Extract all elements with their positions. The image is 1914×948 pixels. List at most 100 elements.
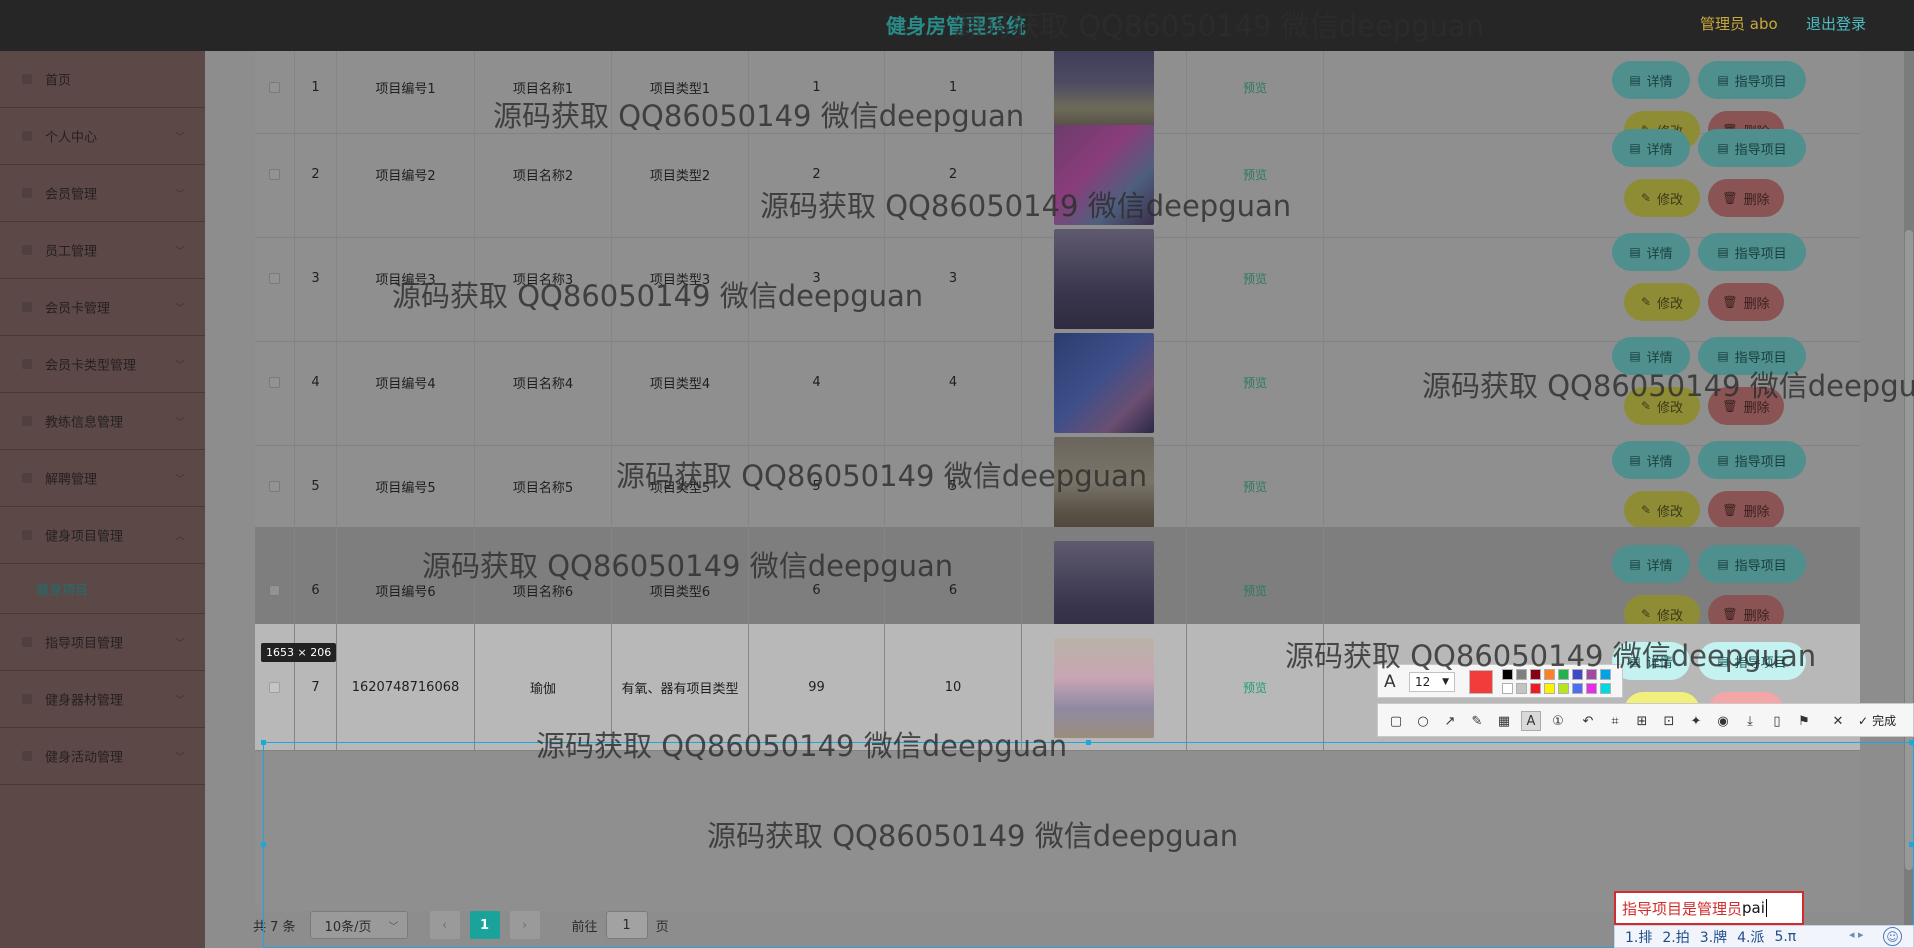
preview-link[interactable]: 预览: [1243, 582, 1267, 599]
rectangle-icon[interactable]: ▢: [1386, 711, 1406, 731]
sidebar-item-activities[interactable]: 健身活动管理 ﹀: [0, 728, 205, 785]
preview-link[interactable]: 预览: [1243, 478, 1267, 495]
edit-button[interactable]: ✎ 修改: [1624, 387, 1700, 425]
edit-button[interactable]: ✎ 修改: [1624, 283, 1700, 321]
number-icon[interactable]: ①: [1548, 711, 1568, 731]
group-yoga-photo[interactable]: [1054, 637, 1154, 738]
row-checkbox[interactable]: [269, 273, 280, 284]
ime-candidate[interactable]: 4.派: [1737, 927, 1764, 947]
delete-button[interactable]: 🗑 删除: [1708, 179, 1784, 217]
color-swatch[interactable]: [1516, 669, 1527, 680]
pin-icon[interactable]: ✦: [1686, 711, 1706, 731]
row-checkbox[interactable]: [269, 377, 280, 388]
copy-icon[interactable]: ▯: [1767, 711, 1787, 731]
color-swatch[interactable]: [1544, 669, 1555, 680]
guide-project-button[interactable]: ▤ 指导项目: [1698, 642, 1806, 680]
sidebar-item-dismissal[interactable]: 解聘管理 ﹀: [0, 450, 205, 507]
arrow-icon[interactable]: ↗: [1440, 711, 1460, 731]
delete-button[interactable]: 🗑 删除: [1708, 387, 1784, 425]
color-swatch[interactable]: [1516, 683, 1527, 694]
color-swatch[interactable]: [1572, 669, 1583, 680]
detail-button[interactable]: ▤ 详情: [1612, 233, 1690, 271]
crop-icon[interactable]: ⌗: [1605, 711, 1625, 731]
next-page-button[interactable]: ›: [509, 911, 540, 939]
delete-button[interactable]: 🗑 删除: [1708, 283, 1784, 321]
sidebar-item-coaches[interactable]: 教练信息管理 ﹀: [0, 393, 205, 450]
logout-link[interactable]: 退出登录: [1806, 13, 1866, 34]
done-button[interactable]: ✓ 完成: [1858, 712, 1896, 729]
record-icon[interactable]: ◉: [1713, 711, 1733, 731]
sidebar-item-staff[interactable]: 员工管理 ﹀: [0, 222, 205, 279]
ime-candidate[interactable]: 3.牌: [1700, 927, 1727, 947]
current-color-swatch[interactable]: [1469, 670, 1493, 694]
font-size-select[interactable]: 12 ▼: [1409, 672, 1455, 692]
aerial-yoga-photo[interactable]: [1054, 124, 1154, 225]
detail-button[interactable]: ▤ 详情: [1612, 129, 1690, 167]
detail-button[interactable]: ▤ 详情: [1612, 337, 1690, 375]
preview-link[interactable]: 预览: [1243, 166, 1267, 183]
detail-button[interactable]: ▤ 详情: [1612, 441, 1690, 479]
ime-candidate[interactable]: 5.π: [1774, 929, 1796, 945]
guide-project-button[interactable]: ▤ 指导项目: [1698, 61, 1806, 99]
mosaic-icon[interactable]: ▦: [1494, 711, 1514, 731]
color-swatch[interactable]: [1600, 669, 1611, 680]
color-swatch[interactable]: [1558, 669, 1569, 680]
preview-link[interactable]: 预览: [1243, 270, 1267, 287]
color-swatch[interactable]: [1572, 683, 1583, 694]
resize-handle[interactable]: [1086, 740, 1091, 745]
guide-project-button[interactable]: ▤ 指导项目: [1698, 233, 1806, 271]
resize-handle[interactable]: [261, 740, 266, 745]
sidebar-item-guidance[interactable]: 指导项目管理 ﹀: [0, 614, 205, 671]
sidebar-item-members[interactable]: 会员管理 ﹀: [0, 165, 205, 222]
pen-icon[interactable]: ✎: [1467, 711, 1487, 731]
color-swatch[interactable]: [1502, 683, 1513, 694]
guide-project-button[interactable]: ▤ 指导项目: [1698, 337, 1806, 375]
detail-button[interactable]: ▤ 详情: [1612, 545, 1690, 583]
color-swatch[interactable]: [1530, 683, 1541, 694]
preview-link[interactable]: 预览: [1243, 374, 1267, 391]
resize-handle[interactable]: [261, 842, 266, 847]
ime-page-arrows-icon[interactable]: ◂ ▸: [1849, 928, 1864, 941]
guide-project-button[interactable]: ▤ 指导项目: [1698, 129, 1806, 167]
sidebar-item-member-cards[interactable]: 会员卡管理 ﹀: [0, 279, 205, 336]
sidebar-item-home[interactable]: 首页: [0, 51, 205, 108]
color-swatch[interactable]: [1586, 669, 1597, 680]
ellipse-icon[interactable]: ○: [1413, 711, 1433, 731]
guide-project-button[interactable]: ▤ 指导项目: [1698, 545, 1806, 583]
aerial-hammock-photo[interactable]: [1054, 436, 1154, 537]
ocr-icon[interactable]: ⊡: [1659, 711, 1679, 731]
sidebar-item-card-types[interactable]: 会员卡类型管理 ﹀: [0, 336, 205, 393]
row-checkbox[interactable]: [269, 585, 280, 596]
edit-button[interactable]: ✎ 修改: [1624, 179, 1700, 217]
page-1-button[interactable]: 1: [469, 911, 500, 939]
translate-icon[interactable]: ⊞: [1632, 711, 1652, 731]
color-swatch[interactable]: [1586, 683, 1597, 694]
preview-link[interactable]: 预览: [1243, 79, 1267, 96]
spin-class-photo[interactable]: [1054, 332, 1154, 433]
color-swatch[interactable]: [1544, 683, 1555, 694]
goto-page-input[interactable]: 1: [605, 911, 648, 939]
sidebar-subitem-fitness-project[interactable]: 健身项目: [0, 564, 205, 614]
gym-studio-photo[interactable]: [1054, 228, 1154, 329]
row-checkbox[interactable]: [269, 169, 280, 180]
prev-page-button[interactable]: ‹: [429, 911, 460, 939]
ime-candidate[interactable]: 1.排: [1625, 927, 1652, 947]
undo-icon[interactable]: ↶: [1578, 711, 1598, 731]
close-icon[interactable]: ✕: [1828, 711, 1848, 731]
color-swatch[interactable]: [1558, 683, 1569, 694]
row-checkbox[interactable]: [269, 682, 280, 693]
sidebar-item-fitness-projects[interactable]: 健身项目管理 ︿: [0, 507, 205, 564]
color-swatch[interactable]: [1600, 683, 1611, 694]
download-icon[interactable]: ⤓: [1740, 711, 1760, 731]
delete-button[interactable]: 🗑 删除: [1708, 491, 1784, 529]
sidebar-item-equipment[interactable]: 健身器材管理 ﹀: [0, 671, 205, 728]
color-swatch[interactable]: [1502, 669, 1513, 680]
text-annotation-input[interactable]: 指导项目是管理员 pai: [1614, 891, 1804, 925]
preview-link[interactable]: 预览: [1243, 679, 1267, 696]
resize-handle[interactable]: [1909, 740, 1914, 745]
page-size-select[interactable]: 10条/页 ﹀: [309, 911, 408, 939]
ime-candidate[interactable]: 2.拍: [1662, 927, 1689, 947]
emoji-icon[interactable]: ☺: [1883, 927, 1902, 946]
row-checkbox[interactable]: [269, 481, 280, 492]
detail-button[interactable]: ▤ 详情: [1612, 642, 1690, 680]
